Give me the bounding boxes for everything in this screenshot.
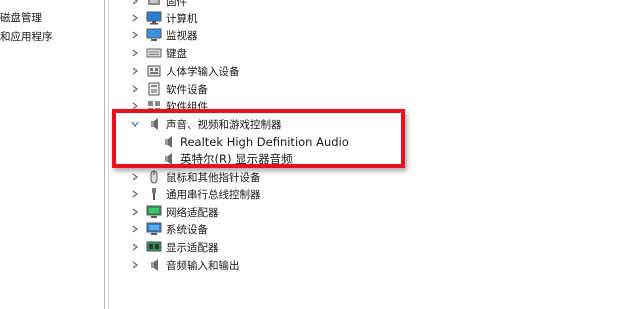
chevron-right-icon[interactable] [130,207,140,217]
chevron-right-icon[interactable] [130,0,140,6]
pane-divider[interactable] [104,0,105,309]
chevron-right-icon[interactable] [130,189,140,199]
tree-item-computer[interactable]: 计算机 [130,9,198,27]
hid-icon [146,64,162,78]
tree-item-keyboard[interactable]: 键盘 [130,44,187,62]
chevron-right-icon[interactable] [130,30,140,40]
chevron-right-icon[interactable] [130,224,140,234]
display-adapter-icon [146,240,162,254]
software-device-icon [146,82,162,96]
tree-item-label: 人体学输入设备 [166,65,240,78]
system-device-icon [146,222,162,236]
audio-io-icon [146,258,162,272]
tree-item-audio-io[interactable]: 音频输入和输出 [130,256,240,274]
tree-item-label: 显示适配器 [166,241,219,254]
chevron-right-icon[interactable] [130,48,140,58]
chevron-right-icon[interactable] [130,84,140,94]
tree-item-label: 网络适配器 [166,206,219,219]
tree-item-label: 键盘 [166,47,187,60]
monitor-icon [146,28,162,42]
tree-item-label: 通用串行总线控制器 [166,188,261,201]
computer-icon [146,11,162,25]
firmware-icon [146,0,162,8]
keyboard-icon [146,46,162,60]
chevron-right-icon[interactable] [130,260,140,270]
tree-item-network-adapter[interactable]: 网络适配器 [130,203,219,221]
tree-item-system-device[interactable]: 系统设备 [130,220,208,238]
chevron-right-icon[interactable] [130,172,140,182]
tree-item-display-adapter[interactable]: 显示适配器 [130,238,219,256]
tree-item-label: 音频输入和输出 [166,259,240,272]
tree-item-software-device[interactable]: 软件设备 [130,80,208,98]
left-item-apps[interactable]: 和应用程序 [0,29,53,44]
tree-item-usb[interactable]: 通用串行总线控制器 [130,185,261,203]
tree-item-label: 系统设备 [166,223,208,236]
tree-item-label: 监视器 [166,29,198,42]
tree-item-hid[interactable]: 人体学输入设备 [130,62,240,80]
chevron-right-icon[interactable] [130,13,140,23]
tree-item-label: 软件设备 [166,83,208,96]
pane-divider-inner [108,0,109,309]
left-item-disk-management[interactable]: 磁盘管理 [0,10,42,25]
left-pane: 磁盘管理 和应用程序 [0,0,104,309]
tree-item-monitor[interactable]: 监视器 [130,26,198,44]
tree-item-label: 固件 [166,0,187,8]
chevron-right-icon[interactable] [130,242,140,252]
network-adapter-icon [146,205,162,219]
usb-icon [146,187,162,201]
tree-item-mouse[interactable]: 鼠标和其他指针设备 [130,168,261,186]
mouse-icon [146,170,162,184]
chevron-right-icon[interactable] [130,66,140,76]
tree-item-label: 鼠标和其他指针设备 [166,171,261,184]
tree-item-label: 计算机 [166,12,198,25]
highlight-box [112,109,405,168]
